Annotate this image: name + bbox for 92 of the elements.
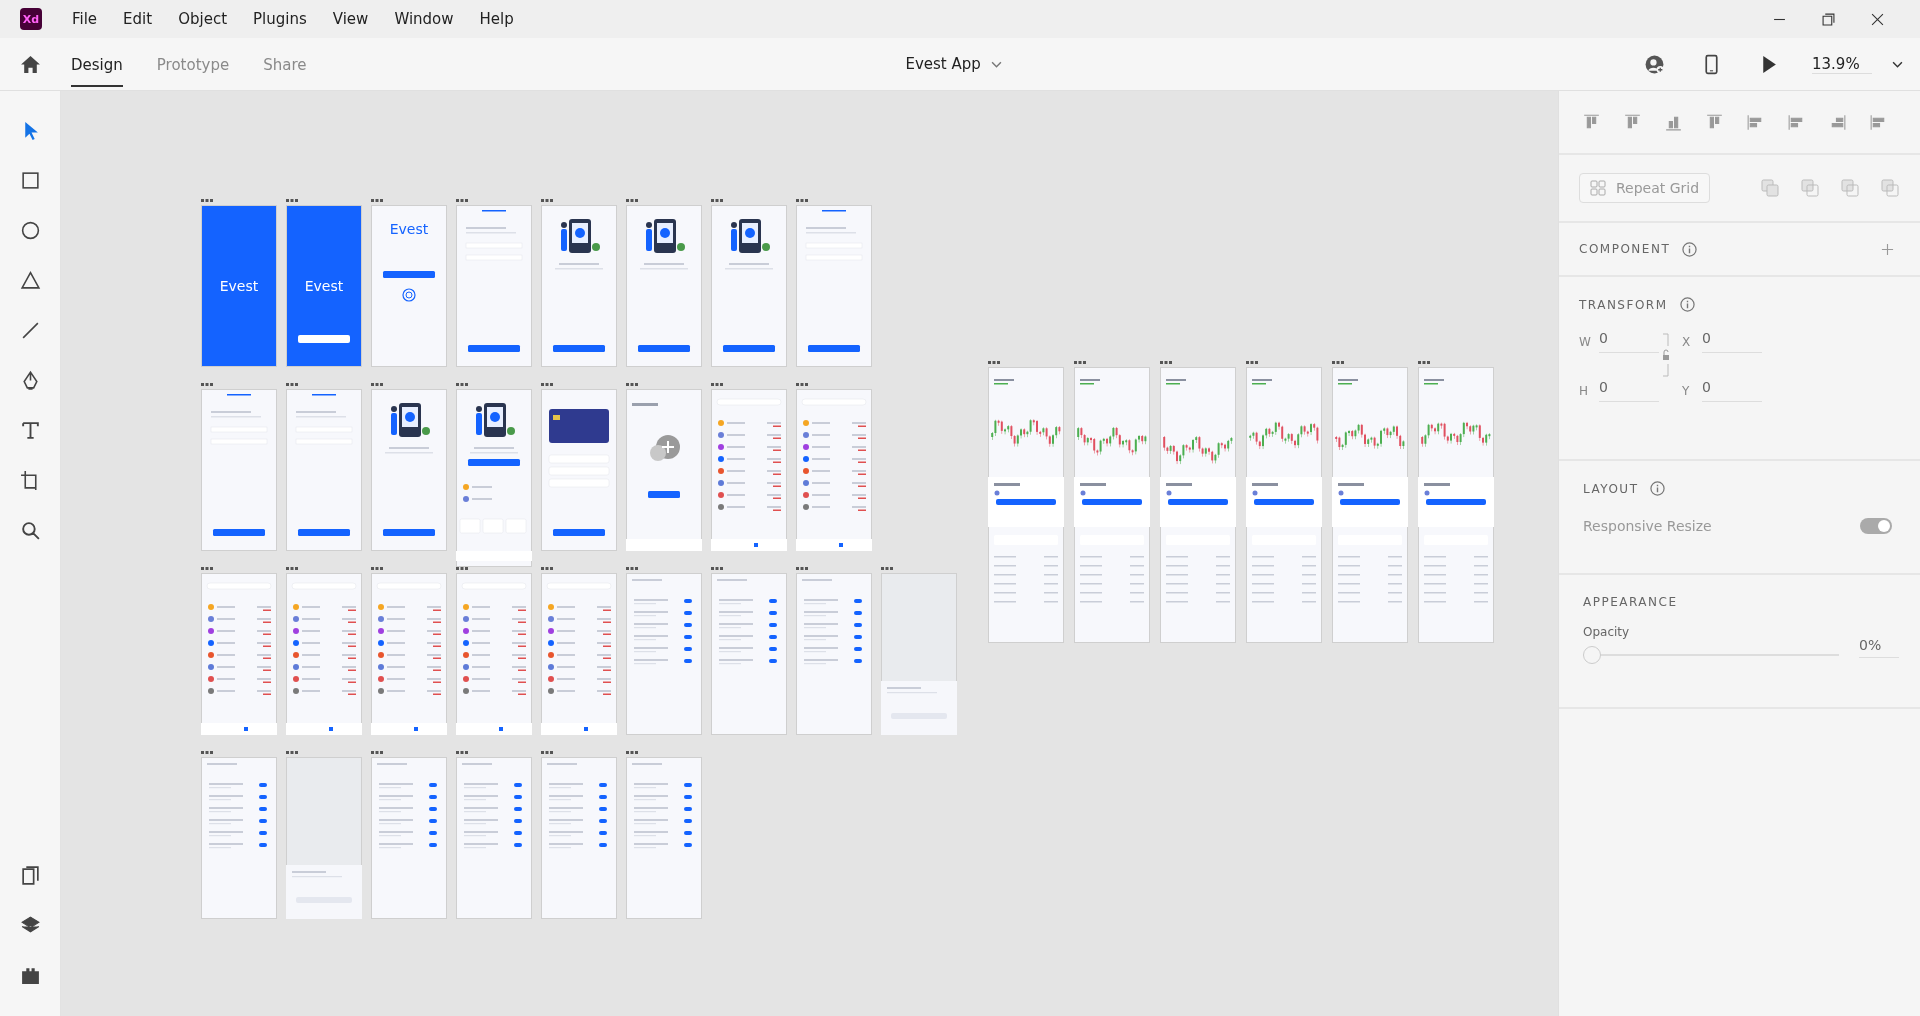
artboard-name-label[interactable] bbox=[1418, 361, 1430, 364]
app-logo-text: Evest bbox=[389, 221, 429, 237]
artboard-name-label[interactable] bbox=[286, 751, 298, 754]
artboard-name-label[interactable] bbox=[541, 199, 553, 202]
opacity-label: Opacity bbox=[1583, 625, 1631, 639]
input-field[interactable]: 0 bbox=[1702, 379, 1762, 402]
section-heading: COMPONENT bbox=[1579, 242, 1671, 256]
artboard-name-label[interactable] bbox=[881, 567, 893, 570]
artboard-name-label[interactable] bbox=[456, 383, 468, 386]
artboard-name-label[interactable] bbox=[371, 751, 383, 754]
artboard-drawing[interactable] bbox=[456, 389, 532, 567]
assets-icon[interactable] bbox=[19, 864, 41, 886]
artboard-name-label[interactable] bbox=[371, 199, 383, 202]
artboard-name-label[interactable] bbox=[626, 383, 638, 386]
ellipse-icon[interactable] bbox=[19, 219, 41, 241]
plus-icon[interactable] bbox=[1881, 242, 1894, 256]
artboard-drawing[interactable] bbox=[711, 205, 787, 367]
input-field[interactable]: 0 bbox=[1599, 330, 1659, 353]
artboard-name-label[interactable] bbox=[286, 383, 298, 386]
field-label: X bbox=[1682, 334, 1692, 349]
artboard-name-label[interactable] bbox=[371, 383, 383, 386]
artboard-drawing[interactable] bbox=[541, 205, 617, 367]
artboard-name-label[interactable] bbox=[796, 567, 808, 570]
artboard-name-label[interactable] bbox=[711, 199, 723, 202]
zoom-level-field[interactable]: 13.9% bbox=[1812, 54, 1872, 74]
menu-item[interactable]: Edit bbox=[123, 10, 153, 28]
artboard-name-label[interactable] bbox=[626, 199, 638, 202]
info-icon[interactable] bbox=[1682, 241, 1698, 257]
rectangle-icon[interactable] bbox=[19, 169, 41, 191]
app-logo-text: Evest bbox=[304, 278, 344, 294]
artboard-name-label[interactable] bbox=[1332, 361, 1344, 364]
text-tool-icon[interactable] bbox=[19, 419, 41, 441]
field-label: W bbox=[1579, 334, 1589, 349]
lock-icon[interactable] bbox=[1661, 330, 1671, 380]
artboard-name-label[interactable] bbox=[201, 751, 213, 754]
artboard-name-label[interactable] bbox=[988, 361, 1000, 364]
section-heading: LAYOUT bbox=[1583, 481, 1639, 496]
triangle-icon[interactable] bbox=[19, 269, 41, 291]
artboard-drawing[interactable] bbox=[371, 389, 447, 551]
app-logo-text: Evest bbox=[219, 278, 259, 294]
field-label: Y bbox=[1682, 383, 1691, 398]
info-icon[interactable] bbox=[1650, 481, 1666, 496]
slider-thumb[interactable] bbox=[1583, 645, 1601, 664]
artboard-name-label[interactable] bbox=[456, 751, 468, 754]
home-icon[interactable] bbox=[20, 53, 41, 75]
menu-item[interactable]: Window bbox=[394, 10, 454, 28]
artboard-name-label[interactable] bbox=[1074, 361, 1086, 364]
opacity-field[interactable]: 0% bbox=[1859, 637, 1899, 658]
section-heading: TRANSFORM bbox=[1579, 297, 1668, 312]
artboard-name-label[interactable] bbox=[371, 567, 383, 570]
artboard-name-label[interactable] bbox=[201, 567, 213, 570]
artboard-name-label[interactable] bbox=[456, 567, 468, 570]
tab[interactable]: Design bbox=[71, 41, 123, 87]
artboard-name-label[interactable] bbox=[201, 199, 213, 202]
artboard-drawing[interactable] bbox=[626, 205, 702, 367]
artboard-name-label[interactable] bbox=[626, 567, 638, 570]
artboard-drawing[interactable] bbox=[541, 389, 617, 551]
restore-icon[interactable] bbox=[1822, 12, 1835, 26]
chevron-down-icon[interactable] bbox=[1892, 60, 1903, 68]
toggle-switch[interactable] bbox=[1860, 518, 1892, 534]
grid-icon bbox=[1590, 180, 1606, 196]
artboard-name-label[interactable] bbox=[711, 567, 723, 570]
input-field[interactable]: 0 bbox=[1599, 379, 1659, 402]
artboard-name-label[interactable] bbox=[456, 199, 468, 202]
artboard-name-label[interactable] bbox=[286, 199, 298, 202]
artboard-name-label[interactable] bbox=[541, 567, 553, 570]
menu-item[interactable]: Help bbox=[479, 10, 514, 28]
artboard-name-label[interactable] bbox=[286, 567, 298, 570]
artboard-name-label[interactable] bbox=[1246, 361, 1258, 364]
section-heading: APPEARANCE bbox=[1583, 595, 1679, 609]
artboard-name-label[interactable] bbox=[626, 751, 638, 754]
close-icon[interactable] bbox=[1871, 12, 1884, 26]
menu-item[interactable]: Object bbox=[178, 10, 228, 28]
field-label: H bbox=[1579, 383, 1589, 398]
artboard-name-label[interactable] bbox=[201, 383, 213, 386]
artboard-name-label[interactable] bbox=[711, 383, 723, 386]
artboard-name-label[interactable] bbox=[1160, 361, 1172, 364]
document-title[interactable]: Evest App bbox=[905, 55, 981, 73]
layers-icon[interactable] bbox=[19, 914, 41, 936]
artboard-name-label[interactable] bbox=[796, 383, 808, 386]
menu-item[interactable]: View bbox=[332, 10, 369, 28]
artboard-name-label[interactable] bbox=[796, 199, 808, 202]
info-icon[interactable] bbox=[1679, 297, 1695, 312]
app-logo[interactable]: Xd bbox=[20, 8, 42, 30]
artboard-name-label[interactable] bbox=[541, 751, 553, 754]
artboard-name-label[interactable] bbox=[541, 383, 553, 386]
responsive-resize-label: Responsive Resize bbox=[1583, 518, 1712, 534]
menu-item[interactable]: Plugins bbox=[253, 10, 307, 28]
menu-item[interactable]: File bbox=[72, 10, 98, 28]
input-field[interactable]: 0 bbox=[1702, 330, 1762, 353]
search-icon[interactable] bbox=[19, 519, 41, 541]
user-add-icon[interactable] bbox=[1644, 53, 1665, 75]
